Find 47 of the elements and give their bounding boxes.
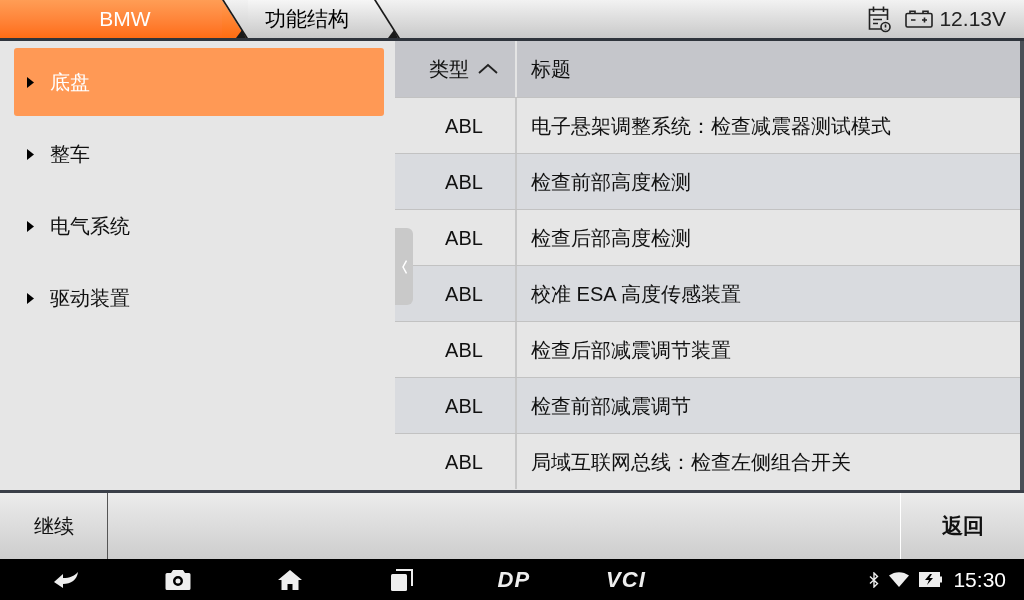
collapse-handle[interactable] (395, 228, 413, 305)
type-text: ABL (445, 393, 483, 419)
title-text: 电子悬架调整系统：检查减震器测试模式 (531, 113, 891, 139)
calendar-alert-icon[interactable] (867, 5, 892, 33)
type-text: ABL (445, 449, 483, 475)
clock-time: 15:30 (953, 566, 1006, 593)
type-text: ABL (445, 113, 483, 139)
table-row[interactable]: ABL 电子悬架调整系统：检查减震器测试模式 (395, 97, 1020, 153)
back-icon (53, 570, 79, 589)
breadcrumb-separator (374, 0, 400, 38)
table-row[interactable]: ABL 校准 ESA 高度传感装置 (395, 265, 1020, 321)
breadcrumb-separator (222, 0, 248, 38)
title-text: 检查后部高度检测 (531, 225, 691, 251)
shortcut-button[interactable]: DP (458, 559, 570, 600)
table-row[interactable]: ABL 检查前部减震调节 (395, 377, 1020, 433)
overlapping-squares-icon (390, 567, 414, 592)
type-text: ABL (445, 337, 483, 363)
triangle-right-icon (27, 76, 34, 88)
shortcut-button[interactable]: VCI (570, 559, 682, 600)
bluetooth-icon (869, 571, 880, 588)
chevron-up-icon (477, 63, 499, 75)
table-row[interactable]: ABL 检查后部减震调节装置 (395, 321, 1020, 377)
camera-icon (165, 568, 191, 591)
column-header[interactable]: 标题 (517, 41, 1020, 97)
triangle-right-icon (27, 292, 34, 304)
sidebar-item[interactable]: 整车 (14, 120, 384, 188)
battery-icon (905, 10, 934, 28)
title-text: 检查后部减震调节装置 (531, 337, 731, 363)
type-text: ABL (445, 169, 483, 195)
triangle-right-icon (27, 220, 34, 232)
type-text: ABL (445, 281, 483, 307)
battery-charging-icon (919, 572, 944, 587)
home-icon (277, 568, 303, 591)
table-row[interactable]: ABL 局域互联网总线：检查左侧组合开关 (395, 433, 1020, 489)
chevron-left-icon (401, 259, 407, 274)
wifi-icon (889, 572, 910, 587)
sidebar-item[interactable]: 电气系统 (14, 192, 384, 260)
title-text: 校准 ESA 高度传感装置 (531, 281, 742, 307)
title-text: 检查前部高度检测 (531, 169, 691, 195)
table-row[interactable]: ABL 检查前部高度检测 (395, 153, 1020, 209)
title-text: 局域互联网总线：检查左侧组合开关 (531, 449, 851, 475)
type-text: ABL (445, 225, 483, 251)
title-text: 检查前部减震调节 (531, 393, 691, 419)
sidebar-item[interactable]: 驱动装置 (14, 264, 384, 332)
table-row[interactable]: ABL 检查后部高度检测 (395, 209, 1020, 265)
voltage-reading: 12.13V (939, 6, 1006, 33)
triangle-right-icon (27, 148, 34, 160)
